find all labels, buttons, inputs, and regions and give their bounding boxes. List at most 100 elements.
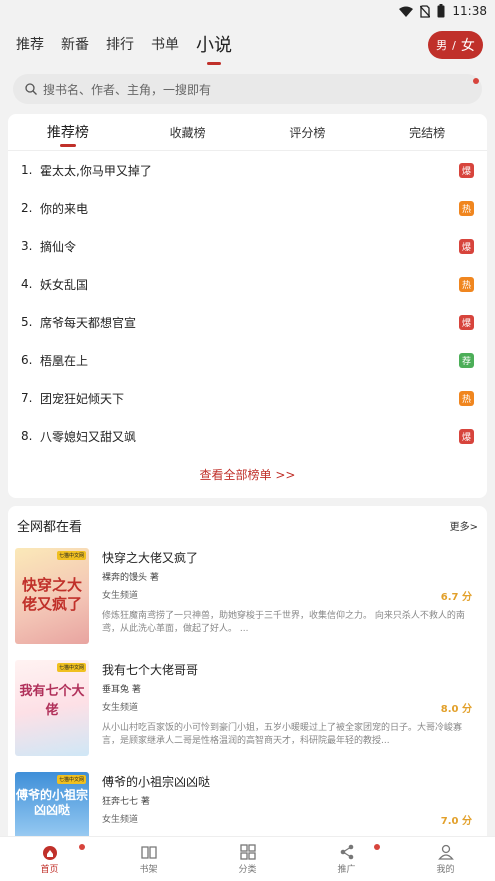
battery-icon (437, 4, 445, 18)
book-cover: 七猫中文网 快穿之大佬又疯了 (15, 548, 89, 644)
ranking-item[interactable]: 2. 你的来电 热 (8, 189, 487, 227)
ranking-item[interactable]: 6. 梧凰在上 荐 (8, 341, 487, 379)
ranking-badge: 爆 (459, 162, 474, 178)
tab-finished-ranking[interactable]: 完结榜 (367, 114, 487, 150)
book-description: 修炼狂魔南鸢捞了一只神兽，助她穿梭于三千世界，收集信仰之力。 向来只杀人不救人的… (102, 611, 465, 634)
category-icon (239, 843, 256, 860)
book-name: 快穿之大佬又疯了 (102, 551, 199, 565)
cover-publisher-tag: 七猫中文网 (56, 775, 86, 784)
book-cover: 七猫中文网 傅爷的小祖宗凶凶哒 (15, 772, 89, 836)
share-icon (340, 844, 353, 859)
nav-profile-label: 我的 (436, 864, 455, 875)
wifi-icon (399, 6, 414, 17)
ranking-item[interactable]: 8. 八零媳妇又甜又飒 爆 (8, 417, 487, 455)
search-placeholder: 搜书名、作者、主角，一搜即有 (43, 82, 212, 97)
popular-header: 全网都在看 更多> (8, 506, 487, 544)
nav-promote-label: 推广 (337, 864, 356, 875)
view-all-rankings-link[interactable]: 查看全部榜单 >> (8, 466, 487, 483)
ranking-number: 6. (21, 353, 33, 367)
ranking-item[interactable]: 1. 霍太太,你马甲又掉了 爆 (8, 151, 487, 189)
book-score: 8.0 分 (440, 704, 472, 715)
book-name: 我有七个大佬哥哥 (102, 663, 199, 677)
ranking-number: 8. (21, 429, 33, 443)
notification-dot (473, 78, 479, 84)
gender-separator: / (452, 38, 456, 52)
book-channel: 女生频道 (102, 591, 139, 601)
book-channel: 女生频道 (102, 703, 139, 713)
book-channel: 女生频道 (102, 815, 139, 825)
bottom-nav: 首页 书架 分类 推广 我的 (0, 836, 495, 881)
ranking-title: 团宠狂妃倾天下 (40, 391, 125, 406)
home-icon (42, 845, 57, 860)
ranking-number: 5. (21, 315, 33, 329)
ranking-title: 八零媳妇又甜又飒 (40, 429, 137, 444)
cover-title-art: 我有七个大佬 (19, 684, 85, 718)
ranking-number: 4. (21, 277, 33, 291)
cover-title-art: 傅爷的小祖宗凶凶哒 (15, 788, 88, 817)
search-icon (25, 83, 37, 95)
book-author: 狂奔七七 著 (102, 797, 150, 807)
status-time: 11:38 (452, 4, 487, 18)
bookshelf-icon (140, 845, 157, 859)
ranking-title: 你的来电 (40, 201, 89, 216)
ranking-badge: 荐 (459, 352, 474, 368)
cover-title-art: 快穿之大佬又疯了 (21, 576, 82, 613)
ranking-badge: 爆 (459, 314, 474, 330)
ranking-list: 1. 霍太太,你马甲又掉了爆 2. 你的来电热 3. 摘仙令爆 4. 妖女乱国热 5. 席爷每天都… (8, 151, 487, 455)
notification-dot (374, 844, 380, 850)
cover-publisher-tag: 七猫中文网 (56, 663, 86, 672)
tab-recommend-ranking[interactable]: 推荐榜 (8, 114, 128, 150)
book-item[interactable]: 七猫中文网 傅爷的小祖宗凶凶哒 傅爷的小祖宗凶凶哒 狂奔七七 著 女生频道 7.… (15, 772, 487, 836)
popular-title: 全网都在看 (17, 519, 83, 535)
ranking-number: 3. (21, 239, 33, 253)
ranking-number: 2. (21, 201, 33, 215)
nav-profile[interactable]: 我的 (396, 837, 495, 881)
gender-male: 男 (436, 39, 448, 52)
tab-novel[interactable]: 小说 (196, 31, 232, 57)
tab-ranking[interactable]: 排行 (106, 34, 134, 54)
status-bar: 11:38 (0, 0, 495, 22)
ranking-item[interactable]: 5. 席爷每天都想官宣 爆 (8, 303, 487, 341)
tab-collect-ranking[interactable]: 收藏榜 (128, 114, 248, 150)
ranking-title: 妖女乱国 (40, 277, 89, 292)
ranking-tabs: 推荐榜 收藏榜 评分榜 完结榜 (8, 114, 487, 151)
ranking-card: 推荐榜 收藏榜 评分榜 完结榜 1. 霍太太,你马甲又掉了爆 2. 你的来电热 3. 摘仙… (8, 114, 487, 498)
ranking-title: 摘仙令 (40, 239, 77, 254)
no-sim-icon (420, 4, 431, 18)
ranking-item[interactable]: 4. 妖女乱国 热 (8, 265, 487, 303)
ranking-badge: 热 (459, 200, 474, 216)
tab-recommend[interactable]: 推荐 (16, 34, 44, 54)
ranking-badge: 热 (459, 390, 474, 406)
tab-score-ranking[interactable]: 评分榜 (248, 114, 368, 150)
book-item[interactable]: 七猫中文网 我有七个大佬 我有七个大佬哥哥 垂耳兔 著 女生频道 8.0 分 从… (15, 660, 487, 760)
notification-dot (79, 844, 85, 850)
tab-booklist[interactable]: 书单 (151, 34, 179, 54)
more-link[interactable]: 更多> (450, 518, 478, 533)
book-cover: 七猫中文网 我有七个大佬 (15, 660, 89, 756)
ranking-badge: 热 (459, 276, 474, 292)
book-name: 傅爷的小祖宗凶凶哒 (102, 775, 211, 789)
book-score: 6.7 分 (440, 592, 472, 603)
gender-female: 女 (460, 38, 475, 54)
nav-home-label: 首页 (40, 864, 59, 875)
nav-category[interactable]: 分类 (198, 837, 297, 881)
ranking-number: 1. (21, 163, 33, 177)
profile-icon (437, 844, 454, 860)
ranking-title: 梧凰在上 (40, 353, 89, 368)
nav-category-label: 分类 (238, 864, 257, 875)
ranking-number: 7. (21, 391, 33, 405)
popular-card: 全网都在看 更多> 七猫中文网 快穿之大佬又疯了 快穿之大佬又疯了 裸奔的馒头 … (8, 506, 487, 836)
tab-new[interactable]: 新番 (61, 34, 89, 54)
nav-bookshelf-label: 书架 (139, 864, 158, 875)
gender-toggle[interactable]: 男 / 女 (428, 31, 483, 59)
nav-promote[interactable]: 推广 (297, 837, 396, 881)
ranking-item[interactable]: 3. 摘仙令 爆 (8, 227, 487, 265)
search-input[interactable]: 搜书名、作者、主角，一搜即有 (13, 74, 482, 104)
ranking-item[interactable]: 7. 团宠狂妃倾天下 热 (8, 379, 487, 417)
ranking-title: 席爷每天都想官宣 (40, 315, 137, 330)
nav-home[interactable]: 首页 (0, 837, 99, 881)
nav-bookshelf[interactable]: 书架 (99, 837, 198, 881)
book-item[interactable]: 七猫中文网 快穿之大佬又疯了 快穿之大佬又疯了 裸奔的馒头 著 女生频道 6.7… (15, 548, 487, 648)
book-score: 7.0 分 (440, 816, 472, 827)
book-description: 从小山村吃百家饭的小可怜到豪门小姐，五岁小暖暖过上了被全家团宠的日子。大哥冷峻寡… (102, 723, 463, 746)
